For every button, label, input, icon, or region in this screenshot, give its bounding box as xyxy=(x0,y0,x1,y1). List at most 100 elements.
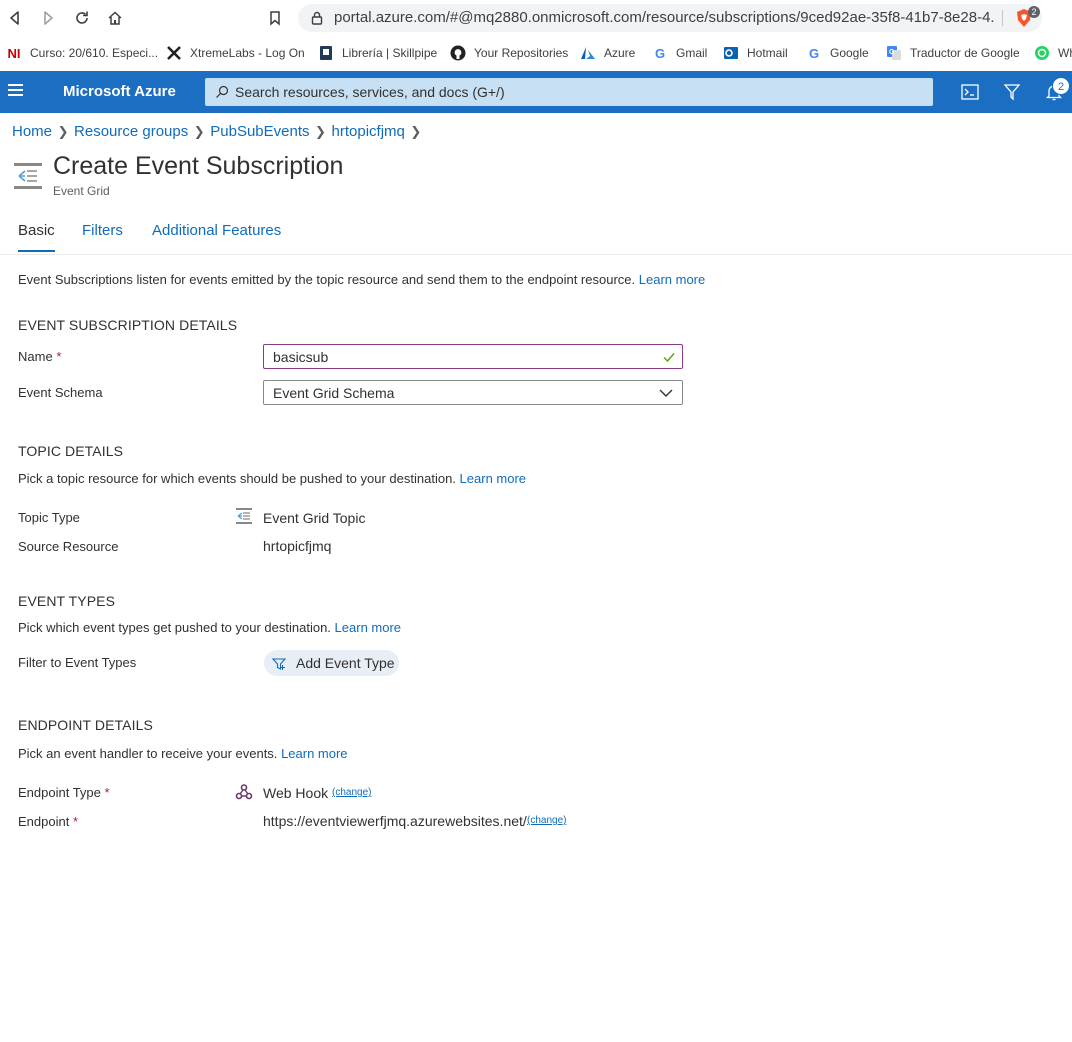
event-types-description-text: Pick which event types get pushed to you… xyxy=(18,620,331,635)
azure-top-bar: Microsoft Azure 2 xyxy=(0,71,1072,113)
breadcrumb-resource-groups[interactable]: Resource groups xyxy=(74,123,188,140)
chevron-right-icon: ❯ xyxy=(410,123,422,139)
learn-more-link[interactable]: Learn more xyxy=(335,620,401,635)
back-icon xyxy=(10,11,19,25)
translate-icon: G xyxy=(886,45,902,61)
endpoint-type-value: Web Hook xyxy=(263,785,329,801)
svg-text:G: G xyxy=(889,49,895,56)
bookmark-item[interactable]: Wh xyxy=(1034,44,1072,62)
event-grid-topic-icon xyxy=(236,508,252,524)
shield-count-badge: 2 xyxy=(1028,6,1040,18)
bookmark-label: Librería | Skillpipe xyxy=(342,46,438,60)
address-bar[interactable]: portal.azure.com/#@mq2880.onmicrosoft.co… xyxy=(298,4,1042,32)
breadcrumb-home[interactable]: Home xyxy=(12,123,52,140)
required-marker: * xyxy=(72,814,79,829)
url-text[interactable]: portal.azure.com/#@mq2880.onmicrosoft.co… xyxy=(334,9,994,26)
github-icon xyxy=(450,45,466,61)
topic-type-label: Topic Type xyxy=(18,510,80,525)
global-search[interactable] xyxy=(205,78,933,106)
tab-basic[interactable]: Basic xyxy=(18,222,55,252)
xtremelabs-icon xyxy=(166,45,182,61)
lock-icon xyxy=(311,11,323,25)
forward-button[interactable] xyxy=(36,6,60,30)
name-label-text: Name xyxy=(18,349,53,364)
section-heading-subscription: EVENT SUBSCRIPTION DETAILS xyxy=(18,317,238,333)
bookmark-label: XtremeLabs - Log On xyxy=(190,46,305,60)
learn-more-link[interactable]: Learn more xyxy=(281,746,347,761)
bookmark-item[interactable]: XtremeLabs - Log On xyxy=(166,44,305,62)
tab-additional-features[interactable]: Additional Features xyxy=(152,222,281,251)
brand-logo-text[interactable]: Microsoft Azure xyxy=(63,83,176,100)
chevron-right-icon: ❯ xyxy=(315,123,326,139)
home-button[interactable] xyxy=(103,6,127,30)
chevron-right-icon: ❯ xyxy=(57,123,69,139)
google-icon: G xyxy=(654,45,666,61)
chevron-down-icon xyxy=(659,389,673,397)
add-event-type-button[interactable]: Add Event Type xyxy=(264,650,399,676)
bookmark-icon xyxy=(270,11,280,26)
bookmark-button[interactable] xyxy=(263,6,287,30)
google-icon: G xyxy=(808,45,820,61)
section-heading-topic: TOPIC DETAILS xyxy=(18,443,124,459)
event-grid-icon xyxy=(14,163,42,189)
endpoint-description: Pick an event handler to receive your ev… xyxy=(18,746,348,761)
bookmark-label: Traductor de Google xyxy=(910,46,1020,60)
event-schema-label: Event Schema xyxy=(18,385,103,400)
breadcrumb-resource-group[interactable]: PubSubEvents xyxy=(210,123,309,140)
name-field[interactable] xyxy=(263,344,683,369)
topic-type-value: Event Grid Topic xyxy=(263,510,366,526)
directory-filter-icon[interactable] xyxy=(1002,82,1022,102)
menu-icon[interactable] xyxy=(8,84,24,100)
bookmark-item[interactable]: Azure xyxy=(580,44,635,62)
ni-logo-icon: NI xyxy=(7,45,21,61)
change-endpoint-type-link[interactable]: (change) xyxy=(332,787,371,798)
browser-toolbar: portal.azure.com/#@mq2880.onmicrosoft.co… xyxy=(0,0,1072,36)
bookmark-item[interactable]: G Gmail xyxy=(652,44,707,62)
bookmark-label: Your Repositories xyxy=(474,46,569,60)
breadcrumb-topic[interactable]: hrtopicfjmq xyxy=(332,123,405,140)
required-marker: * xyxy=(56,349,62,364)
home-icon xyxy=(108,11,122,25)
search-icon xyxy=(216,85,229,98)
source-resource-label: Source Resource xyxy=(18,539,119,554)
name-label: Name * xyxy=(18,349,61,364)
endpoint-label: Endpoint * xyxy=(18,814,78,829)
reload-icon xyxy=(76,11,88,24)
cloud-shell-icon[interactable] xyxy=(960,82,980,102)
tab-bar: Basic Filters Additional Features xyxy=(0,212,1072,255)
learn-more-link[interactable]: Learn more xyxy=(639,272,705,287)
breadcrumb: Home ❯ Resource groups ❯ PubSubEvents ❯ … xyxy=(12,123,427,140)
reload-button[interactable] xyxy=(70,6,94,30)
whatsapp-icon xyxy=(1034,45,1050,61)
checkmark-icon xyxy=(663,353,675,363)
bookmark-item[interactable]: Hotmail xyxy=(723,44,788,62)
section-heading-event-types: EVENT TYPES xyxy=(18,593,116,609)
bookmark-item[interactable]: G Traductor de Google xyxy=(886,44,1020,62)
endpoint-description-text: Pick an event handler to receive your ev… xyxy=(18,746,278,761)
change-endpoint-link[interactable]: (change) xyxy=(527,815,566,826)
section-heading-endpoint: ENDPOINT DETAILS xyxy=(18,717,153,733)
event-types-description: Pick which event types get pushed to you… xyxy=(18,620,401,635)
intro-text: Event Subscriptions listen for events em… xyxy=(18,272,705,287)
bookmark-label: Gmail xyxy=(676,46,708,60)
webhook-icon xyxy=(235,784,253,800)
bookmark-item[interactable]: NI Curso: 20/610. Especi... xyxy=(6,44,159,62)
search-input[interactable] xyxy=(235,78,915,106)
filter-event-types-label: Filter to Event Types xyxy=(18,655,137,670)
learn-more-link[interactable]: Learn more xyxy=(460,471,526,486)
bookmark-item[interactable]: G Google xyxy=(806,44,869,62)
name-input[interactable] xyxy=(273,348,653,366)
back-button[interactable] xyxy=(3,6,27,30)
intro-description: Event Subscriptions listen for events em… xyxy=(18,272,636,287)
bookmark-label: Azure xyxy=(604,46,636,60)
bookmark-item[interactable]: Your Repositories xyxy=(450,44,568,62)
tab-filters[interactable]: Filters xyxy=(82,222,123,251)
event-schema-value: Event Grid Schema xyxy=(273,385,395,401)
event-schema-dropdown[interactable]: Event Grid Schema xyxy=(263,380,683,405)
page-title: Create Event Subscription xyxy=(53,152,344,180)
bookmark-item[interactable]: Librería | Skillpipe xyxy=(318,44,437,62)
bookmark-label: Curso: 20/610. Especi... xyxy=(30,46,159,60)
add-event-type-label: Add Event Type xyxy=(296,655,395,671)
bookmark-label: Wh xyxy=(1058,46,1072,60)
book-icon xyxy=(318,45,334,61)
